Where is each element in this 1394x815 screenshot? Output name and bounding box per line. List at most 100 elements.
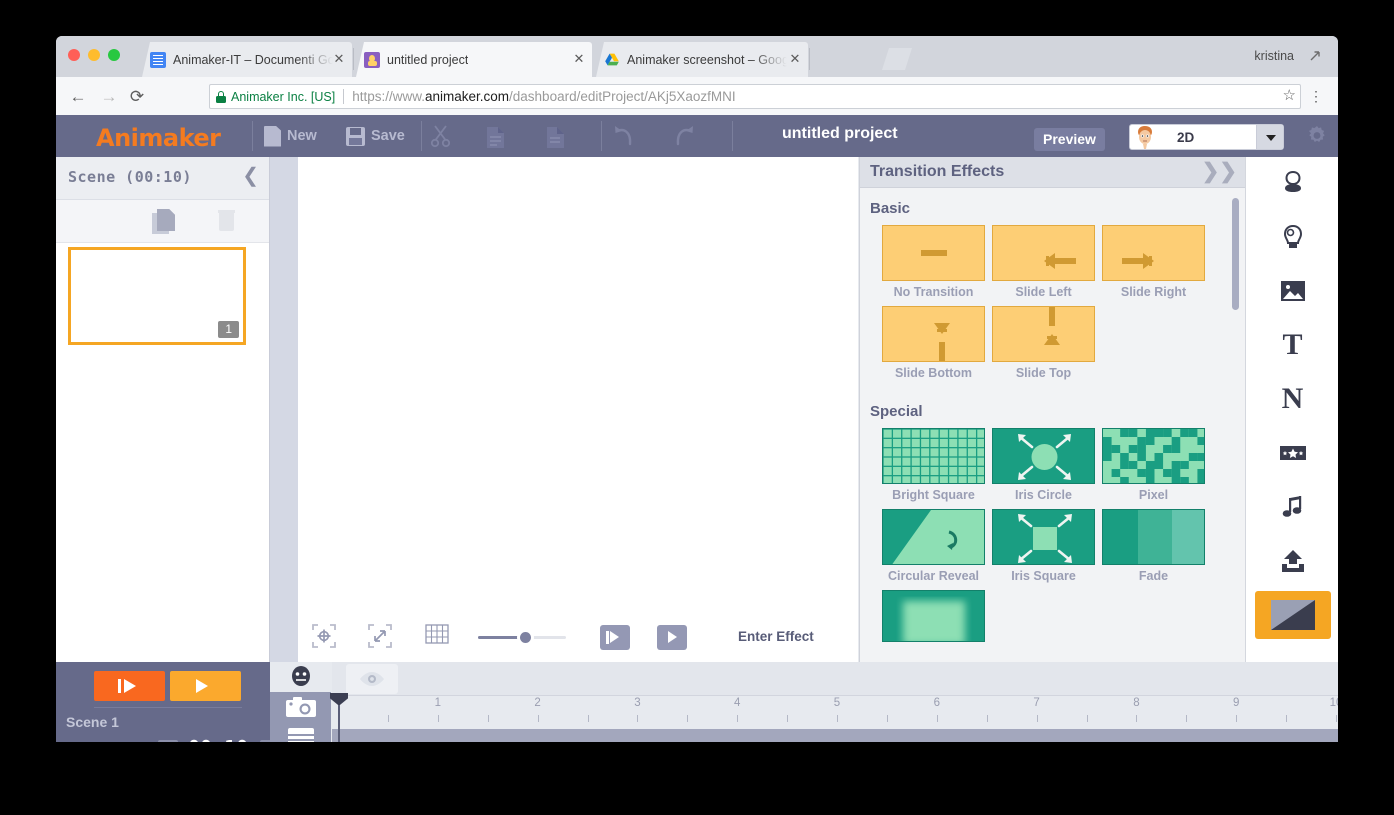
rail-item-effects[interactable] <box>1246 427 1338 479</box>
rail-item-images[interactable] <box>1246 265 1338 317</box>
track-character-button[interactable] <box>270 662 331 692</box>
play-from-start-button[interactable] <box>600 625 630 650</box>
zoom-slider-handle[interactable] <box>517 629 534 646</box>
effect-iris-circle[interactable]: Iris Circle <box>992 428 1102 503</box>
close-icon[interactable]: ✕ <box>789 52 801 65</box>
tab-title: Animaker screenshot – Googl <box>627 52 787 67</box>
save-button[interactable]: Save <box>346 115 405 157</box>
track-camera-button[interactable] <box>270 692 331 722</box>
pixel-blocks-icon <box>1103 429 1204 483</box>
browser-tab-3[interactable]: Animaker screenshot – Googl ✕ <box>596 42 808 77</box>
minimize-window-button[interactable] <box>88 49 100 61</box>
collapse-panel-icon[interactable]: ❯❯ <box>1202 160 1237 184</box>
close-icon[interactable]: ✕ <box>573 52 585 65</box>
chevron-left-icon[interactable]: ❮ <box>242 166 259 186</box>
google-drive-favicon <box>604 52 620 68</box>
text-t-icon: T <box>1282 328 1303 361</box>
fit-to-screen-button[interactable] <box>368 624 392 653</box>
effect-label: Slide Left <box>1015 285 1072 299</box>
ruler-label: 3 <box>634 697 641 709</box>
rail-item-upload[interactable] <box>1246 535 1338 587</box>
effect-slide-top[interactable]: Slide Top <box>992 306 1102 381</box>
increase-duration-button[interactable] <box>158 740 178 742</box>
avatar <box>1134 125 1156 149</box>
effect-slide-left[interactable]: Slide Left <box>992 225 1102 300</box>
preview-button[interactable]: Preview <box>1034 128 1105 151</box>
divider <box>421 121 422 151</box>
redo-button[interactable] <box>672 115 694 157</box>
back-button[interactable]: ← <box>68 87 88 107</box>
camera-track-icon <box>285 697 316 717</box>
play-triangle-icon <box>668 631 677 643</box>
upload-icon <box>1281 550 1304 572</box>
rail-item-props[interactable] <box>1246 211 1338 263</box>
rail-item-character[interactable] <box>1246 157 1338 209</box>
close-icon[interactable]: ✕ <box>333 52 345 65</box>
new-button[interactable]: New <box>264 115 317 157</box>
rail-selected-highlight <box>1255 591 1331 639</box>
undo-button[interactable] <box>612 115 634 157</box>
timeline-ruler[interactable]: 1 2 3 4 5 6 7 8 9 10 <box>332 695 1338 730</box>
paste-button[interactable] <box>546 115 564 157</box>
bookmark-star-icon[interactable]: ☆ <box>1283 86 1296 104</box>
gear-icon[interactable] <box>1306 125 1328 147</box>
zoom-slider[interactable] <box>478 629 566 646</box>
play-scene-button[interactable] <box>170 671 241 701</box>
forward-button[interactable]: → <box>99 87 119 107</box>
special-effects-grid: Bright Square Iris Circle Pixel Circular… <box>860 428 1245 648</box>
url-text: https://www.animaker.com/dashboard/editP… <box>352 89 736 104</box>
lock-icon <box>216 90 226 103</box>
profile-name[interactable]: kristina <box>1254 49 1294 63</box>
character-mode-select[interactable]: 2D <box>1129 124 1284 150</box>
timeline-controls: Scene 1 00:10 <box>56 662 280 742</box>
timeline-area: Scene 1 00:10 <box>56 662 1338 742</box>
scene-panel-header: Scene (00:10) ❮ <box>56 157 269 200</box>
center-object-button[interactable] <box>312 624 336 653</box>
effect-slide-right[interactable]: Slide Right <box>1102 225 1212 300</box>
grid-toggle-button[interactable] <box>425 624 449 649</box>
fullscreen-icon[interactable] <box>1307 48 1323 64</box>
panel-body[interactable]: Basic No Transition Slide Left Slide Rig… <box>860 188 1245 662</box>
browser-tab-2[interactable]: untitled project ✕ <box>356 42 592 77</box>
chrome-menu-icon[interactable]: ⋮ <box>1308 84 1324 109</box>
copy-button[interactable] <box>486 115 504 157</box>
new-tab-button[interactable] <box>882 48 912 70</box>
play-button[interactable] <box>657 625 687 650</box>
rail-item-transitions[interactable] <box>1246 589 1338 641</box>
rail-item-text[interactable]: T <box>1246 319 1338 371</box>
effect-no-transition[interactable]: No Transition <box>882 225 992 300</box>
app-toolbar: Animaker New Save untitled project Previ… <box>56 115 1338 157</box>
reload-button[interactable]: ⟳ <box>127 87 147 107</box>
visibility-toggle[interactable] <box>346 664 398 694</box>
maximize-window-button[interactable] <box>108 49 120 61</box>
track-background-button[interactable] <box>270 722 331 742</box>
close-window-button[interactable] <box>68 49 80 61</box>
effect-pixel[interactable]: Pixel <box>1102 428 1212 503</box>
address-bar[interactable]: Animaker Inc. [US] https://www.animaker.… <box>209 84 1301 109</box>
ruler-tick <box>737 715 739 722</box>
playhead[interactable] <box>330 693 348 742</box>
cut-button[interactable] <box>430 115 452 157</box>
scene-toolbar <box>56 200 269 243</box>
enter-effect-label[interactable]: Enter Effect <box>738 629 814 644</box>
canvas-toolbar: Enter Effect <box>298 612 858 665</box>
ruler-tick <box>1236 715 1238 722</box>
scene-thumbnail-1[interactable]: 1 <box>68 247 246 345</box>
browser-tab-1[interactable]: Animaker-IT – Documenti Go ✕ <box>142 42 352 77</box>
timeline-scene-bar[interactable] <box>332 729 1338 742</box>
panel-scrollbar[interactable] <box>1232 198 1239 310</box>
effect-slide-bottom[interactable]: Slide Bottom <box>882 306 992 381</box>
play-all-button[interactable] <box>94 671 165 701</box>
ruler-tick <box>1086 715 1088 722</box>
effect-bright-square[interactable]: Bright Square <box>882 428 992 503</box>
effect-blur[interactable] <box>882 590 992 642</box>
effect-fade[interactable]: Fade <box>1102 509 1212 584</box>
chevron-down-icon[interactable] <box>1256 125 1283 149</box>
rail-item-music[interactable] <box>1246 481 1338 533</box>
effect-circular-reveal[interactable]: Circular Reveal <box>882 509 992 584</box>
rail-item-numbers[interactable]: N <box>1246 373 1338 425</box>
animaker-logo[interactable]: Animaker <box>96 124 221 152</box>
stage-canvas[interactable] <box>298 157 858 612</box>
ruler-label: 10 <box>1329 697 1338 709</box>
effect-iris-square[interactable]: Iris Square <box>992 509 1102 584</box>
